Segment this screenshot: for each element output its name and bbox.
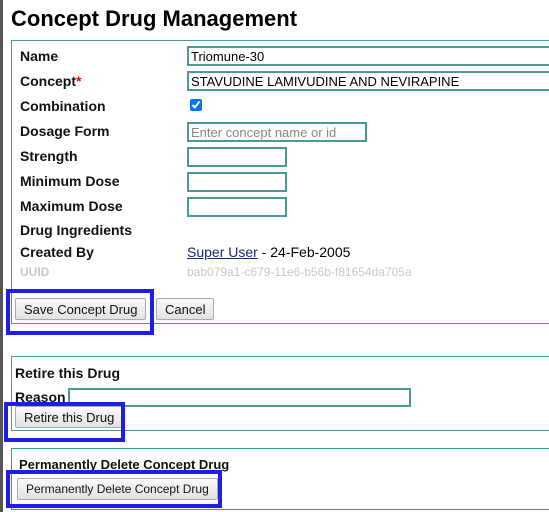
created-by-user-link[interactable]: Super User <box>187 244 258 260</box>
created-by-label: Created By <box>20 244 94 260</box>
minimum-dose-label: Minimum Dose <box>20 173 120 189</box>
dosage-form-label: Dosage Form <box>20 123 110 139</box>
window-edge <box>0 0 3 512</box>
maximum-dose-input[interactable] <box>187 197 287 217</box>
name-label: Name <box>20 48 59 64</box>
cancel-button[interactable]: Cancel <box>156 298 215 320</box>
concept-label-text: Concept <box>20 73 76 89</box>
minimum-dose-input[interactable] <box>187 172 287 192</box>
highlight-delete-button <box>6 470 222 508</box>
highlight-retire-button <box>4 402 125 442</box>
created-date: - 24-Feb-2005 <box>257 244 351 260</box>
combination-label: Combination <box>20 98 106 114</box>
dosage-form-input[interactable] <box>187 122 367 142</box>
highlight-save-button <box>6 289 154 335</box>
required-marker: * <box>76 73 82 89</box>
drug-ingredients-label: Drug Ingredients <box>20 222 133 238</box>
strength-label: Strength <box>20 148 78 164</box>
combination-checkbox[interactable] <box>190 99 202 111</box>
created-by-value: Super User - 24-Feb-2005 <box>187 244 350 260</box>
retire-section-title: Retire this Drug <box>15 365 121 381</box>
concept-label: Concept* <box>20 73 81 89</box>
name-input[interactable] <box>187 46 549 66</box>
strength-input[interactable] <box>187 147 287 167</box>
concept-input[interactable] <box>187 71 549 91</box>
page-title: Concept Drug Management <box>11 6 298 31</box>
uuid-value: bab079a1-c679-11e6-b56b-f81654da705a <box>187 265 412 279</box>
maximum-dose-label: Maximum Dose <box>20 198 123 214</box>
uuid-label: UUID <box>20 265 50 279</box>
